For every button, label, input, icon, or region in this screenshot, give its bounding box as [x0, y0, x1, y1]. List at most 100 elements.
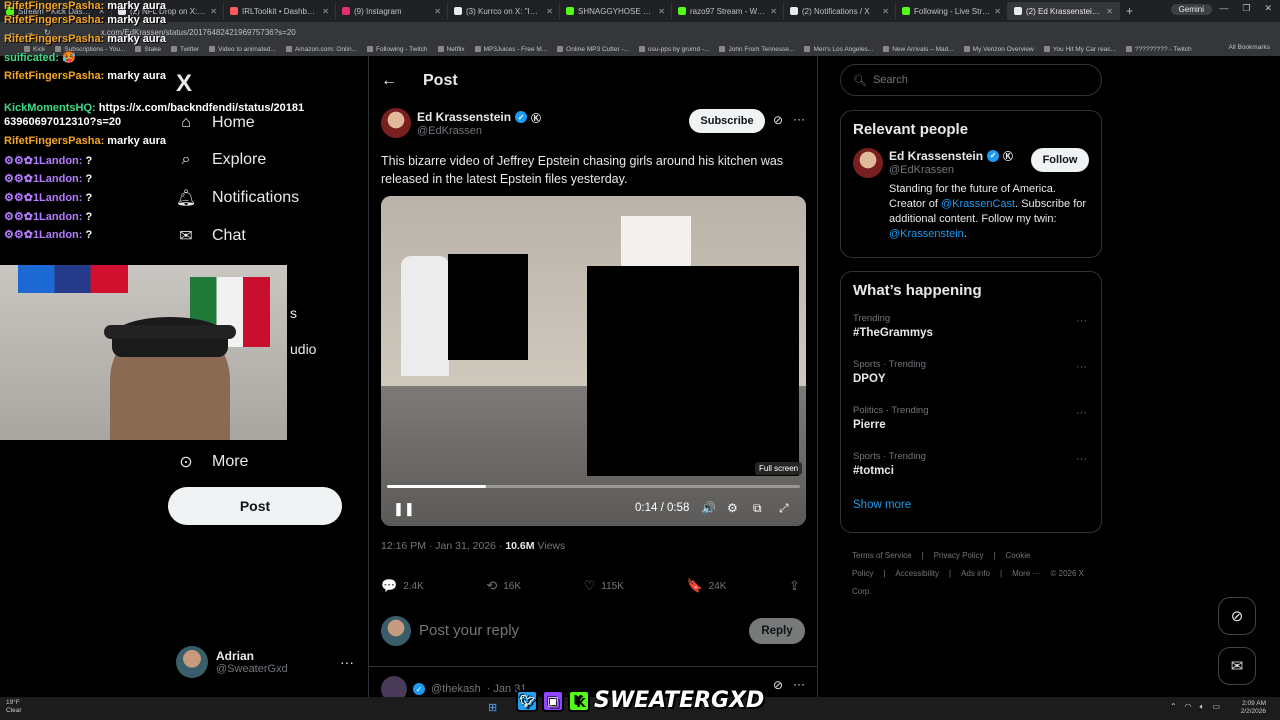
post-button[interactable]: Post [168, 487, 342, 525]
post-author[interactable]: Ed Krassenstein ✓ Ⓚ @EdKrassen [381, 108, 541, 138]
follow-button[interactable]: Follow [1031, 148, 1089, 172]
browser-tab[interactable]: (3) Kurrco on X: "ICE out. W ✕ [448, 2, 560, 20]
maximize-icon[interactable]: ❐ [1242, 3, 1250, 14]
footer-link[interactable]: Privacy Policy [934, 551, 984, 560]
browser-tab[interactable]: SHNAGGYHOSE Stream - W ✕ [560, 2, 672, 20]
bookmark[interactable]: MP3Juices - Free M... [474, 46, 547, 53]
avatar[interactable] [381, 108, 411, 138]
subscribe-button[interactable]: Subscribe [689, 109, 765, 133]
bookmark[interactable]: Following - Twitch [366, 46, 428, 53]
search-input[interactable]: 🔍︎ Search [840, 64, 1102, 96]
x-logo[interactable]: X [176, 70, 192, 98]
bio-link[interactable]: @KrassenCast [941, 198, 1015, 210]
close-tab-icon[interactable]: ✕ [994, 7, 1001, 16]
footer-link[interactable]: Ads info [961, 569, 990, 578]
show-more-link[interactable]: Show more [841, 493, 1101, 521]
more-icon[interactable]: ··· [1076, 361, 1087, 373]
close-tab-icon[interactable]: ✕ [546, 7, 553, 16]
grok-icon[interactable]: ⊘ [1218, 597, 1256, 635]
nav-item-more[interactable]: ⊙ More [176, 452, 248, 472]
bookmark[interactable]: osu-pps by grumd -... [639, 46, 709, 53]
footer-link[interactable]: Accessibility [895, 569, 939, 578]
nav-item-chat[interactable]: ✉ Chat [176, 226, 246, 246]
all-bookmarks[interactable]: All Bookmarks [1228, 44, 1270, 51]
close-tab-icon[interactable]: ✕ [322, 7, 329, 16]
windows-start-icon[interactable]: ⊞ [488, 701, 497, 714]
pip-icon[interactable]: ⧉ [753, 501, 762, 516]
bookmark[interactable]: Netflix [437, 46, 465, 53]
more-icon[interactable]: ··· [793, 677, 805, 691]
browser-tab[interactable]: (2) Ed Krassenstein on X ✕ [1008, 2, 1120, 20]
bookmark[interactable]: Twitter [170, 46, 199, 53]
gemini-button[interactable]: Gemini [1170, 4, 1212, 15]
wifi-icon[interactable]: ◠ [1185, 702, 1192, 712]
browser-tab[interactable]: razo97 Stream - Watch Live ✕ [672, 2, 784, 20]
account-switcher[interactable]: Adrian @SweaterGxd [176, 646, 288, 678]
grok-icon[interactable]: ⊘ [773, 678, 783, 692]
close-tab-icon[interactable]: ✕ [434, 7, 441, 16]
reply-button[interactable]: Reply [749, 618, 805, 644]
close-window-icon[interactable]: ✕ [1264, 3, 1272, 14]
pause-icon[interactable]: ❚❚ [393, 501, 415, 517]
chevron-up-icon[interactable]: ⌃ [1170, 702, 1177, 712]
video-progress-bar[interactable] [387, 485, 800, 488]
trend-item[interactable]: Sports · Trending DPOY ··· [841, 355, 1101, 401]
footer-link[interactable]: More ··· [1012, 569, 1040, 578]
person-name[interactable]: Ed Krassenstein [889, 149, 983, 163]
more-icon[interactable]: ··· [1076, 407, 1087, 419]
trend-item[interactable]: Sports · Trending #totmci ··· [841, 447, 1101, 493]
trend-item[interactable]: Politics · Trending Pierre ··· [841, 401, 1101, 447]
video-player[interactable]: Full screen ❚❚ 0:14 / 0:58 🔊 ⚙ ⧉ ⤢ [381, 196, 806, 526]
bio-link[interactable]: @Krassenstein [889, 228, 964, 240]
fullscreen-icon[interactable]: ⤢ [779, 501, 789, 516]
bookmark[interactable]: My Verizon Overview [963, 46, 1034, 53]
new-tab-icon[interactable]: + [1126, 4, 1133, 18]
nav-item-home[interactable]: ⌂ Home [176, 113, 255, 133]
weather-widget[interactable]: 19°F Clear [6, 699, 22, 715]
messages-icon[interactable]: ✉ [1218, 647, 1256, 685]
post-timestamp[interactable]: 12:16 PM · Jan 31, 2026 · [381, 540, 505, 552]
grok-icon[interactable]: ⊘ [773, 113, 783, 127]
repost-button[interactable]: ⟲ 16K [486, 578, 521, 594]
bookmark[interactable]: John From Tennesse... [719, 46, 794, 53]
bookmark[interactable]: Men's Los Angeles... [804, 46, 873, 53]
share-button[interactable]: ⇪ [789, 578, 806, 594]
clock[interactable]: 2:09 AM 2/2/2026 [1241, 700, 1266, 716]
person-handle[interactable]: @EdKrassen [889, 164, 954, 176]
like-button[interactable]: ♡ 115K [584, 578, 624, 594]
bookmark[interactable]: You Hit My Car reac... [1043, 46, 1116, 53]
browser-tab[interactable]: IRLToolkit • Dashboard ✕ [224, 2, 336, 20]
bookmark[interactable]: Online MP3 Cutter -... [557, 46, 629, 53]
footer-link[interactable]: Terms of Service [852, 551, 912, 560]
browser-tab[interactable]: (2) Notifications / X ✕ [784, 2, 896, 20]
bookmark[interactable]: Stake [135, 46, 161, 53]
reply-button[interactable]: 💬 2.4K [381, 578, 424, 594]
back-arrow-icon[interactable]: ← [381, 72, 397, 90]
trend-item[interactable]: Trending #TheGrammys ··· [841, 309, 1101, 355]
minimize-icon[interactable]: — [1219, 3, 1228, 14]
bookmark[interactable]: Video to animated... [209, 46, 276, 53]
close-tab-icon[interactable]: ✕ [658, 7, 665, 16]
more-icon[interactable]: ··· [1076, 315, 1087, 327]
close-tab-icon[interactable]: ✕ [882, 7, 889, 16]
bookmark-button[interactable]: 🔖 24K [686, 578, 726, 594]
close-tab-icon[interactable]: ✕ [770, 7, 777, 16]
bookmark[interactable]: ????????? - Twitch [1126, 46, 1192, 53]
author-name[interactable]: Ed Krassenstein [417, 110, 511, 124]
more-icon[interactable]: ··· [793, 112, 805, 126]
speaker-icon[interactable]: 🔈︎ [1200, 702, 1205, 712]
more-icon[interactable]: ··· [1076, 453, 1087, 465]
account-more-icon[interactable]: ··· [340, 654, 354, 670]
browser-tab[interactable]: (9) Instagram ✕ [336, 2, 448, 20]
reply-handle[interactable]: @thekash [431, 683, 481, 695]
close-tab-icon[interactable]: ✕ [210, 7, 217, 16]
volume-icon[interactable]: 🔊 [701, 501, 716, 515]
bookmark[interactable]: New Arrivals – Mad... [883, 46, 954, 53]
bookmark[interactable]: Amazon.com: Onlin... [285, 46, 357, 53]
battery-icon[interactable]: ▭ [1212, 702, 1220, 712]
settings-icon[interactable]: ⚙ [727, 501, 738, 515]
close-tab-icon[interactable]: ✕ [1106, 7, 1113, 16]
browser-tab[interactable]: Following - Live Streams on✕ [896, 2, 1008, 20]
author-handle[interactable]: @EdKrassen [417, 125, 541, 137]
reply-input[interactable]: Post your reply [419, 622, 519, 639]
